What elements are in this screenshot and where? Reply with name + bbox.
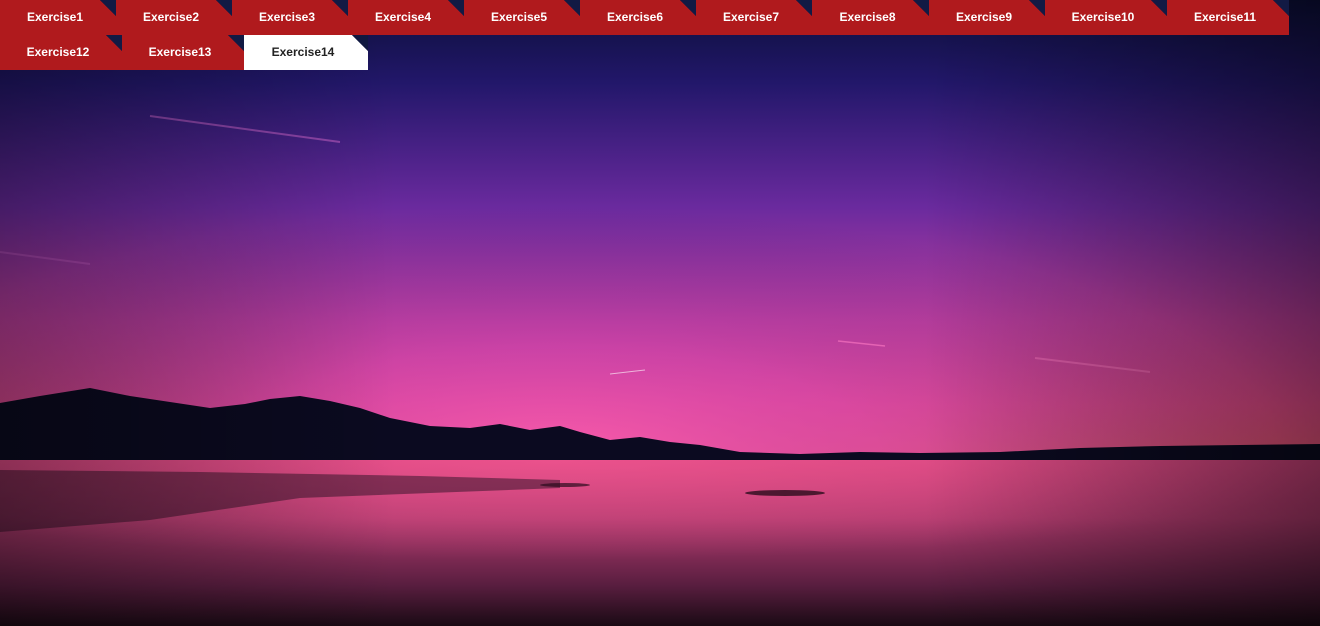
tab-label: Exercise3 <box>258 10 316 24</box>
exercise-tab-bar: Exercise1 Exercise2 Exercise3 Exercise4 … <box>0 0 1320 70</box>
tab-exercise-8[interactable]: Exercise8 <box>812 0 929 35</box>
tab-exercise-5[interactable]: Exercise5 <box>464 0 580 35</box>
tab-exercise-12[interactable]: Exercise12 <box>0 35 122 70</box>
tab-label: Exercise5 <box>490 10 548 24</box>
tab-exercise-2[interactable]: Exercise2 <box>116 0 232 35</box>
tab-exercise-4[interactable]: Exercise4 <box>348 0 464 35</box>
tab-label: Exercise1 <box>26 10 84 24</box>
tab-label: Exercise12 <box>26 45 90 59</box>
tab-exercise-10[interactable]: Exercise10 <box>1045 0 1167 35</box>
tab-exercise-13[interactable]: Exercise13 <box>122 35 244 70</box>
tab-label: Exercise11 <box>1193 10 1257 24</box>
tab-label: Exercise8 <box>839 10 896 24</box>
tab-exercise-6[interactable]: Exercise6 <box>580 0 696 35</box>
page: Exercise1 Exercise2 Exercise3 Exercise4 … <box>0 0 1320 626</box>
tab-exercise-7[interactable]: Exercise7 <box>696 0 812 35</box>
tab-exercise-3[interactable]: Exercise3 <box>232 0 348 35</box>
tab-label: Exercise4 <box>374 10 432 24</box>
tab-exercise-11[interactable]: Exercise11 <box>1167 0 1289 35</box>
tab-label: Exercise2 <box>142 10 200 24</box>
tab-label: Exercise6 <box>606 10 664 24</box>
tab-exercise-14[interactable]: Exercise14 <box>244 35 368 70</box>
tab-exercise-9[interactable]: Exercise9 <box>929 0 1045 35</box>
tab-label: Exercise13 <box>148 45 212 59</box>
tab-label: Exercise14 <box>271 45 335 59</box>
tab-label: Exercise9 <box>955 10 1013 24</box>
tab-label: Exercise10 <box>1071 10 1135 24</box>
tab-exercise-1[interactable]: Exercise1 <box>0 0 116 35</box>
tab-label: Exercise7 <box>722 10 780 24</box>
background-image <box>0 0 1320 626</box>
